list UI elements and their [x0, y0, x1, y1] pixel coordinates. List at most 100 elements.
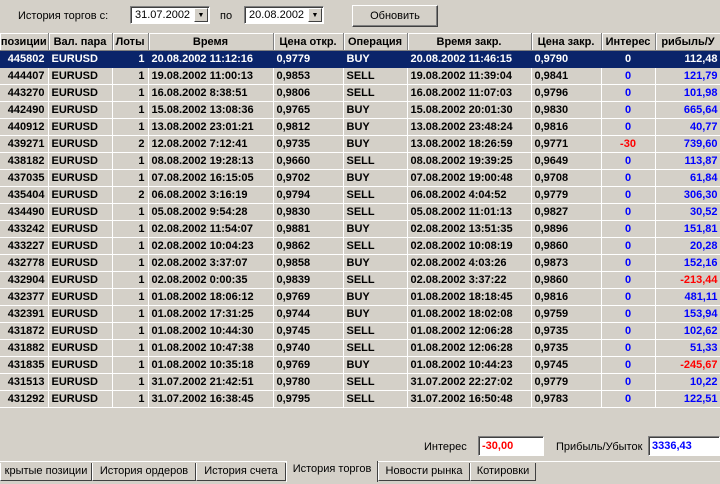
- col-lots-cell: 1: [112, 237, 149, 255]
- table-row[interactable]: 431882 EURUSD 1 01.08.2002 10:47:38 0,9740 SE…: [0, 339, 720, 357]
- col-position-cell: 438182: [0, 152, 49, 170]
- table-row[interactable]: 432377 EURUSD 1 01.08.2002 18:06:12 0,9769 BU…: [0, 288, 720, 306]
- col-lots-cell: 1: [112, 339, 149, 357]
- profit-total: 3336,43: [648, 436, 720, 456]
- tab-3[interactable]: История счета: [196, 463, 286, 481]
- col-profit-cell: 113,87: [655, 152, 720, 170]
- col-profit-header[interactable]: рибыль/У: [655, 33, 720, 51]
- col-interest-cell: 0: [601, 152, 656, 170]
- table-row[interactable]: 443270 EURUSD 1 16.08.2002 8:38:51 0,9806 SEL…: [0, 84, 720, 102]
- col-close-time-cell: 07.08.2002 19:00:48: [407, 169, 532, 187]
- col-open-time-header[interactable]: Время: [148, 33, 274, 51]
- col-open-price-cell: 0,9862: [273, 237, 344, 255]
- table-row[interactable]: 431292 EURUSD 1 31.07.2002 16:38:45 0,9795 SE…: [0, 390, 720, 408]
- table-row[interactable]: 437035 EURUSD 1 07.08.2002 16:15:05 0,9702 BU…: [0, 169, 720, 187]
- col-position-cell: 439271: [0, 135, 49, 153]
- col-open-price-cell: 0,9740: [273, 339, 344, 357]
- col-interest-cell: 0: [601, 186, 656, 204]
- col-open-time-cell: 01.08.2002 17:31:25: [148, 305, 274, 323]
- col-profit-cell: 102,62: [655, 322, 720, 340]
- col-lots-cell: 1: [112, 152, 149, 170]
- col-open-price-cell: 0,9744: [273, 305, 344, 323]
- table-row[interactable]: 442490 EURUSD 1 15.08.2002 13:08:36 0,9765 BU…: [0, 101, 720, 119]
- tab-bar: крытые позиции История ордеров История сче…: [0, 461, 720, 484]
- col-position-header[interactable]: позиции: [0, 33, 49, 51]
- table-row[interactable]: 431513 EURUSD 1 31.07.2002 21:42:51 0,9780 SE…: [0, 373, 720, 391]
- table-row[interactable]: 432904 EURUSD 1 02.08.2002 0:00:35 0,9839 SEL…: [0, 271, 720, 289]
- col-close-time-cell: 01.08.2002 18:18:45: [407, 288, 532, 306]
- table-body: 445802 EURUSD 1 20.08.2002 11:12:16 0,9779 BU…: [0, 50, 720, 408]
- col-close-price-cell: 0,9860: [531, 271, 602, 289]
- col-pair-cell: EURUSD: [48, 118, 113, 136]
- col-operation-header[interactable]: Операция: [343, 33, 408, 51]
- col-interest-cell: 0: [601, 356, 656, 374]
- col-close-price-header[interactable]: Цена закр.: [531, 33, 602, 51]
- table-header: позиции Вал. пара Лоты Время Цена откр. Опера…: [0, 33, 720, 51]
- col-operation-cell: SELL: [343, 322, 408, 340]
- chevron-down-icon[interactable]: ▼: [194, 8, 208, 22]
- table-row[interactable]: 438182 EURUSD 1 08.08.2002 19:28:13 0,9660 SE…: [0, 152, 720, 170]
- table-row[interactable]: 433242 EURUSD 1 02.08.2002 11:54:07 0,9881 BU…: [0, 220, 720, 238]
- col-position-cell: 432904: [0, 271, 49, 289]
- table-row[interactable]: 432391 EURUSD 1 01.08.2002 17:31:25 0,9744 BU…: [0, 305, 720, 323]
- col-open-time-cell: 02.08.2002 0:00:35: [148, 271, 274, 289]
- col-lots-header[interactable]: Лоты: [112, 33, 149, 51]
- table-row[interactable]: 439271 EURUSD 2 12.08.2002 7:12:41 0,9735 BUY…: [0, 135, 720, 153]
- col-close-time-cell: 01.08.2002 12:06:28: [407, 339, 532, 357]
- trade-history-table[interactable]: позиции Вал. пара Лоты Время Цена откр. Опера…: [0, 33, 720, 429]
- col-profit-cell: 151,81: [655, 220, 720, 238]
- col-profit-cell: 61,84: [655, 169, 720, 187]
- col-pair-cell: EURUSD: [48, 169, 113, 187]
- col-open-time-cell: 01.08.2002 10:35:18: [148, 356, 274, 374]
- from-date-picker[interactable]: 31.07.2002 ▼: [130, 6, 210, 24]
- table-row[interactable]: 431872 EURUSD 1 01.08.2002 10:44:30 0,9745 SE…: [0, 322, 720, 340]
- interest-total: -30,00: [478, 436, 544, 456]
- tab-2[interactable]: История ордеров: [92, 463, 196, 481]
- col-position-cell: 432377: [0, 288, 49, 306]
- col-open-price-cell: 0,9830: [273, 203, 344, 221]
- table-row[interactable]: 431835 EURUSD 1 01.08.2002 10:35:18 0,9769 BU…: [0, 356, 720, 374]
- col-close-time-cell: 08.08.2002 19:39:25: [407, 152, 532, 170]
- col-pair-header[interactable]: Вал. пара: [48, 33, 113, 51]
- chevron-down-icon[interactable]: ▼: [308, 8, 322, 22]
- col-interest-cell: 0: [601, 373, 656, 391]
- col-open-price-header[interactable]: Цена откр.: [273, 33, 344, 51]
- col-close-time-cell: 31.07.2002 16:50:48: [407, 390, 532, 408]
- table-row[interactable]: 433227 EURUSD 1 02.08.2002 10:04:23 0,9862 SE…: [0, 237, 720, 255]
- col-pair-cell: EURUSD: [48, 271, 113, 289]
- table-row[interactable]: 440912 EURUSD 1 13.08.2002 23:01:21 0,9812 BU…: [0, 118, 720, 136]
- col-close-time-header[interactable]: Время закр.: [407, 33, 532, 51]
- col-open-time-cell: 01.08.2002 10:47:38: [148, 339, 274, 357]
- col-close-time-cell: 01.08.2002 10:44:23: [407, 356, 532, 374]
- col-lots-cell: 2: [112, 186, 149, 204]
- col-lots-cell: 1: [112, 50, 149, 68]
- col-open-price-cell: 0,9839: [273, 271, 344, 289]
- table-row[interactable]: 445802 EURUSD 1 20.08.2002 11:12:16 0,9779 BU…: [0, 50, 720, 68]
- table-row[interactable]: 432778 EURUSD 1 02.08.2002 3:37:07 0,9858 BUY…: [0, 254, 720, 272]
- col-profit-cell: 739,60: [655, 135, 720, 153]
- table-row[interactable]: 435404 EURUSD 2 06.08.2002 3:16:19 0,9794 SEL…: [0, 186, 720, 204]
- col-operation-cell: BUY: [343, 220, 408, 238]
- col-interest-header[interactable]: Интерес: [601, 33, 656, 51]
- col-pair-cell: EURUSD: [48, 339, 113, 357]
- col-open-price-cell: 0,9769: [273, 288, 344, 306]
- to-date-picker[interactable]: 20.08.2002 ▼: [244, 6, 324, 24]
- table-row[interactable]: 444407 EURUSD 1 19.08.2002 11:00:13 0,9853 SE…: [0, 67, 720, 85]
- col-open-price-cell: 0,9812: [273, 118, 344, 136]
- col-lots-cell: 1: [112, 101, 149, 119]
- col-open-time-cell: 31.07.2002 21:42:51: [148, 373, 274, 391]
- tab-1[interactable]: крытые позиции: [0, 463, 92, 481]
- col-open-time-cell: 31.07.2002 16:38:45: [148, 390, 274, 408]
- tab-4[interactable]: История торгов: [286, 461, 378, 482]
- from-date-label: История торгов с:: [18, 10, 109, 22]
- tab-5[interactable]: Новости рынка: [378, 463, 470, 481]
- col-interest-cell: 0: [601, 390, 656, 408]
- col-operation-cell: SELL: [343, 84, 408, 102]
- refresh-button[interactable]: Обновить: [352, 5, 438, 27]
- col-close-price-cell: 0,9827: [531, 203, 602, 221]
- col-close-time-cell: 13.08.2002 18:26:59: [407, 135, 532, 153]
- col-open-price-cell: 0,9795: [273, 390, 344, 408]
- col-pair-cell: EURUSD: [48, 203, 113, 221]
- tab-6[interactable]: Котировки: [470, 463, 536, 481]
- table-row[interactable]: 434490 EURUSD 1 05.08.2002 9:54:28 0,9830 SEL…: [0, 203, 720, 221]
